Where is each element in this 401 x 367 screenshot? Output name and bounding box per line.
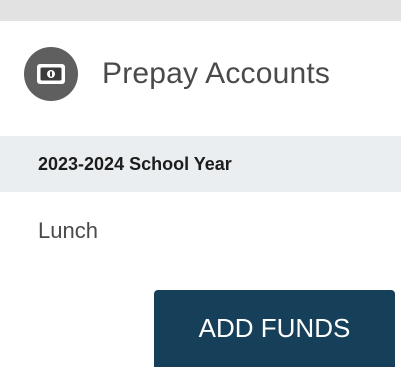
page-title: Prepay Accounts — [102, 57, 331, 90]
money-icon — [24, 47, 78, 101]
school-year-label: 2023-2024 School Year — [38, 153, 232, 174]
money-icon-glyph — [37, 64, 65, 84]
account-label: Lunch — [38, 218, 98, 243]
top-divider-bar — [0, 0, 401, 21]
account-item-lunch: Lunch — [38, 214, 98, 248]
prepay-accounts-panel: Prepay Accounts 2023-2024 School Year Lu… — [0, 0, 401, 367]
card-header: Prepay Accounts — [24, 47, 330, 101]
school-year-header: 2023-2024 School Year — [0, 136, 401, 192]
add-funds-button[interactable]: ADD FUNDS — [154, 290, 395, 367]
